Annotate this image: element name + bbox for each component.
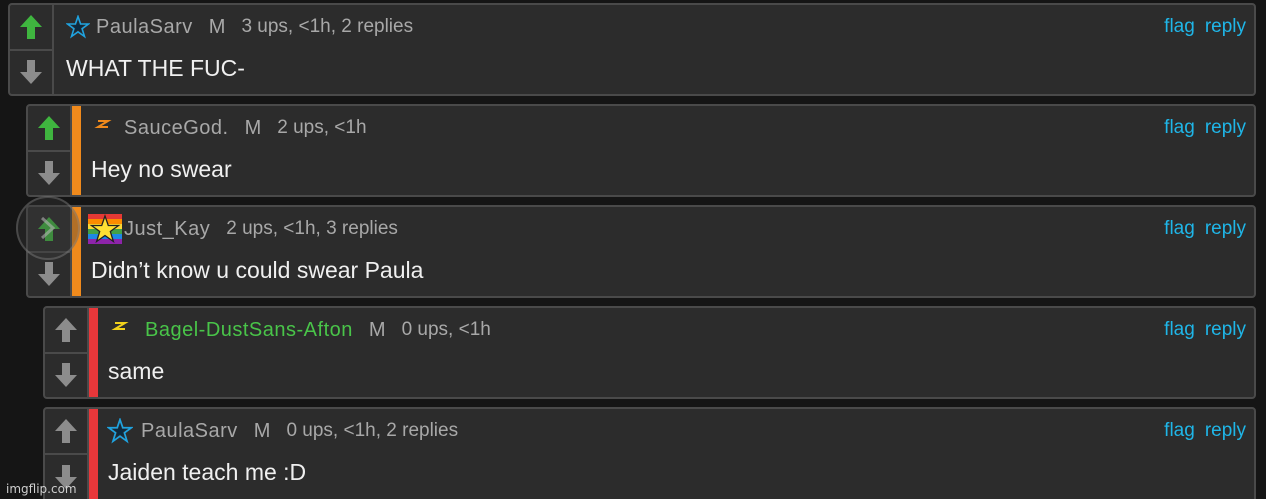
vote-column: [28, 106, 72, 195]
comment-meta: 3 ups, <1h, 2 replies: [241, 16, 414, 37]
arrow-down-icon: [20, 60, 42, 84]
vote-column: [45, 308, 89, 397]
reply-link[interactable]: reply: [1205, 420, 1246, 442]
thread-depth-bar: [89, 308, 98, 397]
arrow-up-icon: [55, 419, 77, 443]
comment-header: Bagel-DustSans-Afton M 0 ups, <1h: [111, 316, 491, 344]
comment-actions: flag reply: [1164, 417, 1246, 445]
reply-link[interactable]: reply: [1205, 117, 1246, 139]
gender-label: M: [208, 15, 226, 38]
username-link[interactable]: Just_Kay: [124, 218, 210, 241]
comment-meta: 0 ups, <1h, 2 replies: [286, 420, 459, 441]
arrow-up-icon: [55, 318, 77, 342]
comment: PaulaSarv M 0 ups, <1h, 2 replies flag r…: [43, 407, 1256, 499]
comment-actions: flag reply: [1164, 13, 1246, 41]
comment: SauceGod. M 2 ups, <1h flag reply Hey no…: [26, 104, 1256, 197]
comment: Bagel-DustSans-Afton M 0 ups, <1h flag r…: [43, 306, 1256, 399]
upvote-button[interactable]: [28, 106, 70, 152]
username-link[interactable]: SauceGod.: [124, 117, 229, 140]
flag-link[interactable]: flag: [1164, 420, 1195, 442]
comment-meta: 2 ups, <1h: [277, 117, 367, 138]
thread-depth-bar: [72, 106, 81, 195]
flag-link[interactable]: flag: [1164, 117, 1195, 139]
comment-thread: PaulaSarv M 3 ups, <1h, 2 replies flag r…: [0, 0, 1266, 499]
collapse-overlay-button[interactable]: [16, 196, 80, 260]
comment-text: Jaiden teach me :D: [108, 459, 307, 485]
comment: PaulaSarv M 3 ups, <1h, 2 replies flag r…: [8, 3, 1256, 96]
gender-label: M: [244, 116, 262, 139]
arrow-down-icon: [38, 262, 60, 286]
comment-actions: flag reply: [1164, 215, 1246, 243]
gender-label: M: [253, 419, 271, 442]
comment-header: Just_Kay 2 ups, <1h, 3 replies: [88, 214, 398, 244]
comment-text: Hey no swear: [91, 156, 232, 182]
username-link[interactable]: PaulaSarv: [141, 420, 238, 443]
arrow-up-icon: [38, 116, 60, 140]
flag-link[interactable]: flag: [1164, 319, 1195, 341]
username-link[interactable]: Bagel-DustSans-Afton: [145, 319, 353, 342]
comment-meta: 0 ups, <1h: [401, 319, 491, 340]
comment-text: same: [108, 358, 165, 384]
comment: Just_Kay 2 ups, <1h, 3 replies flag repl…: [26, 205, 1256, 298]
orange-bolt-icon: [94, 117, 112, 139]
arrow-down-icon: [55, 363, 77, 387]
downvote-button[interactable]: [45, 353, 87, 397]
username-link[interactable]: PaulaSarv: [96, 16, 193, 39]
arrow-up-icon: [20, 15, 42, 39]
gender-label: M: [368, 318, 386, 341]
flag-link[interactable]: flag: [1164, 16, 1195, 38]
blue-star-icon: [107, 418, 133, 444]
reply-link[interactable]: reply: [1205, 16, 1246, 38]
upvote-button[interactable]: [45, 409, 87, 455]
upvote-button[interactable]: [45, 308, 87, 354]
rainbow-star-icon: [88, 214, 122, 244]
upvote-button[interactable]: [10, 5, 52, 51]
thread-depth-bar: [89, 409, 98, 499]
comment-actions: flag reply: [1164, 316, 1246, 344]
vote-column: [10, 5, 54, 94]
blue-star-icon: [66, 15, 90, 39]
reply-link[interactable]: reply: [1205, 218, 1246, 240]
downvote-button[interactable]: [28, 151, 70, 195]
comment-text: WHAT THE FUC-: [66, 55, 245, 81]
watermark: imgflip.com: [6, 482, 77, 496]
comment-header: PaulaSarv M 0 ups, <1h, 2 replies: [107, 417, 458, 445]
flag-link[interactable]: flag: [1164, 218, 1195, 240]
comment-header: SauceGod. M 2 ups, <1h: [94, 114, 367, 142]
comment-actions: flag reply: [1164, 114, 1246, 142]
arrow-down-icon: [38, 161, 60, 185]
comment-meta: 2 ups, <1h, 3 replies: [226, 218, 398, 239]
chevron-right-icon: [40, 216, 56, 240]
comment-text: Didn’t know u could swear Paula: [91, 257, 424, 283]
downvote-button[interactable]: [10, 50, 52, 94]
comment-header: PaulaSarv M 3 ups, <1h, 2 replies: [66, 13, 413, 41]
reply-link[interactable]: reply: [1205, 319, 1246, 341]
yellow-bolt-icon: [111, 319, 129, 341]
